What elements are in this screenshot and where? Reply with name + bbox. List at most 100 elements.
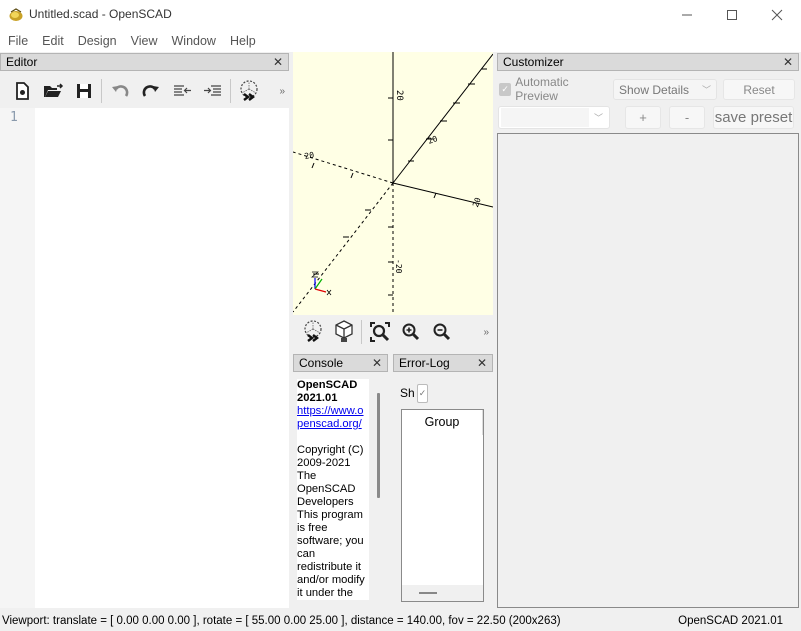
horizontal-scrollbar[interactable] — [402, 585, 483, 601]
z-axis-ticks — [388, 97, 393, 296]
y-axis-label: 20 — [427, 134, 439, 146]
preview-icon — [303, 320, 322, 342]
redo-icon — [142, 85, 159, 97]
close-window-button[interactable] — [754, 0, 800, 30]
editor-close-icon[interactable]: ✕ — [273, 55, 283, 69]
line-number: 1 — [10, 110, 18, 125]
remove-preset-button[interactable]: - — [669, 106, 705, 129]
render-button[interactable] — [328, 317, 359, 347]
y-axis-negative — [293, 182, 394, 313]
preview-render-button[interactable] — [233, 76, 264, 106]
toolbar-separator — [230, 79, 231, 103]
window-title: Untitled.scad - OpenSCAD — [29, 7, 172, 21]
viewport-toolbar: » — [293, 315, 493, 349]
error-log-title: Error-Log — [399, 356, 450, 370]
menu-window[interactable]: Window — [165, 30, 223, 52]
console-license: This program is free software; you can r… — [297, 509, 365, 599]
undo-icon — [111, 85, 128, 97]
zoom-in-button[interactable] — [395, 317, 426, 347]
indent-button[interactable] — [197, 76, 228, 106]
add-preset-button[interactable]: + — [625, 106, 661, 129]
details-dropdown[interactable]: Show Details ﹀ — [613, 79, 717, 100]
preview-render-icon — [239, 80, 258, 101]
x-axis-negative-label: 20 — [304, 150, 315, 161]
preset-dropdown[interactable]: ﹀ — [498, 106, 610, 129]
3d-viewport[interactable]: 20 -20 20 20 20 — [293, 52, 493, 315]
undo-button[interactable] — [104, 76, 135, 106]
console-heading: OpenSCAD 2021.01 — [297, 379, 358, 404]
error-log-panel: Sh ✓ Group — [393, 375, 493, 608]
column-divider — [482, 410, 483, 435]
error-log-table[interactable]: Group — [401, 409, 484, 602]
chevron-down-icon: ﹀ — [593, 113, 603, 123]
save-icon — [76, 84, 91, 98]
menu-help[interactable]: Help — [223, 30, 263, 52]
render-icon — [334, 320, 353, 342]
axes-drawing: 20 -20 20 20 20 — [293, 52, 493, 315]
indent-icon — [203, 85, 221, 96]
zoom-in-icon — [402, 323, 419, 341]
title-bar: Untitled.scad - OpenSCAD — [0, 0, 801, 30]
viewport-toolbar-overflow-button[interactable]: » — [483, 327, 489, 338]
editor-title: Editor — [6, 55, 38, 69]
preset-selected-value — [501, 108, 589, 127]
scrollbar-thumb[interactable] — [419, 592, 437, 594]
show-label: Sh — [400, 386, 415, 400]
customizer-dock-header[interactable]: Customizer ✕ — [497, 53, 799, 71]
console-close-icon[interactable]: ✕ — [372, 356, 382, 370]
code-text-area[interactable] — [35, 108, 289, 608]
unindent-icon — [173, 85, 191, 96]
console-copyright: Copyright (C) 2009-2021 The OpenSCAD Dev… — [297, 444, 364, 508]
minimize-button[interactable] — [664, 0, 710, 30]
console-dock-header[interactable]: Console ✕ — [293, 354, 388, 372]
version-label: OpenSCAD 2021.01 — [678, 615, 783, 627]
customizer-close-icon[interactable]: ✕ — [783, 55, 793, 69]
menu-bar: File Edit Design View Window Help — [0, 30, 801, 52]
new-file-icon — [15, 82, 29, 100]
line-number-gutter: 1 — [0, 108, 35, 608]
show-checkbox[interactable]: ✓ — [417, 384, 428, 403]
maximize-button[interactable] — [709, 0, 755, 30]
column-header-group[interactable]: Group — [402, 410, 482, 433]
preview-button[interactable] — [297, 317, 328, 347]
view-all-button[interactable] — [364, 317, 395, 347]
automatic-preview-label: Automatic Preview — [515, 75, 569, 103]
error-log-close-icon[interactable]: ✕ — [477, 356, 487, 370]
save-preset-button[interactable]: save preset — [713, 106, 794, 129]
editor-toolbar: » — [0, 74, 289, 108]
x-axis-label: 20 — [471, 196, 483, 208]
y-axis-positive — [392, 53, 493, 184]
redo-button[interactable] — [135, 76, 166, 106]
maximize-icon — [727, 10, 737, 20]
toolbar-overflow-button[interactable]: » — [279, 86, 285, 97]
x-axis-ticks — [311, 162, 437, 199]
new-file-button[interactable] — [6, 76, 37, 106]
console-website-link[interactable]: https://www.openscad.org/ — [297, 405, 364, 430]
viewport-info: Viewport: translate = [ 0.00 0.00 0.00 ]… — [2, 615, 561, 627]
menu-view[interactable]: View — [124, 30, 165, 52]
console-output[interactable]: OpenSCAD 2021.01 https://www.openscad.or… — [293, 375, 388, 608]
menu-design[interactable]: Design — [71, 30, 124, 52]
console-scrollbar[interactable] — [377, 393, 380, 498]
reset-button[interactable]: Reset — [723, 79, 795, 100]
z-axis-label: 20 — [394, 90, 404, 101]
unindent-button[interactable] — [166, 76, 197, 106]
checkbox-checked-icon: ✓ — [499, 82, 512, 96]
minimize-icon — [682, 14, 692, 16]
automatic-preview-checkbox[interactable]: ✓ Automatic Preview — [497, 75, 609, 103]
status-bar: Viewport: translate = [ 0.00 0.00 0.00 ]… — [0, 611, 801, 631]
chevron-down-icon: ﹀ — [701, 85, 711, 95]
zoom-out-icon — [433, 323, 450, 341]
editor-dock-header[interactable]: Editor ✕ — [0, 53, 289, 71]
code-editor[interactable]: 1 — [0, 108, 289, 608]
customizer-title: Customizer — [503, 55, 564, 69]
console-title: Console — [299, 356, 344, 370]
zoom-out-button[interactable] — [426, 317, 457, 347]
save-button[interactable] — [68, 76, 99, 106]
menu-edit[interactable]: Edit — [35, 30, 71, 52]
error-log-dock-header[interactable]: Error-Log ✕ — [393, 354, 493, 372]
open-file-button[interactable] — [37, 76, 68, 106]
menu-file[interactable]: File — [0, 30, 35, 52]
toolbar-separator — [361, 320, 362, 344]
z-axis-negative-label: -20 — [394, 259, 403, 274]
